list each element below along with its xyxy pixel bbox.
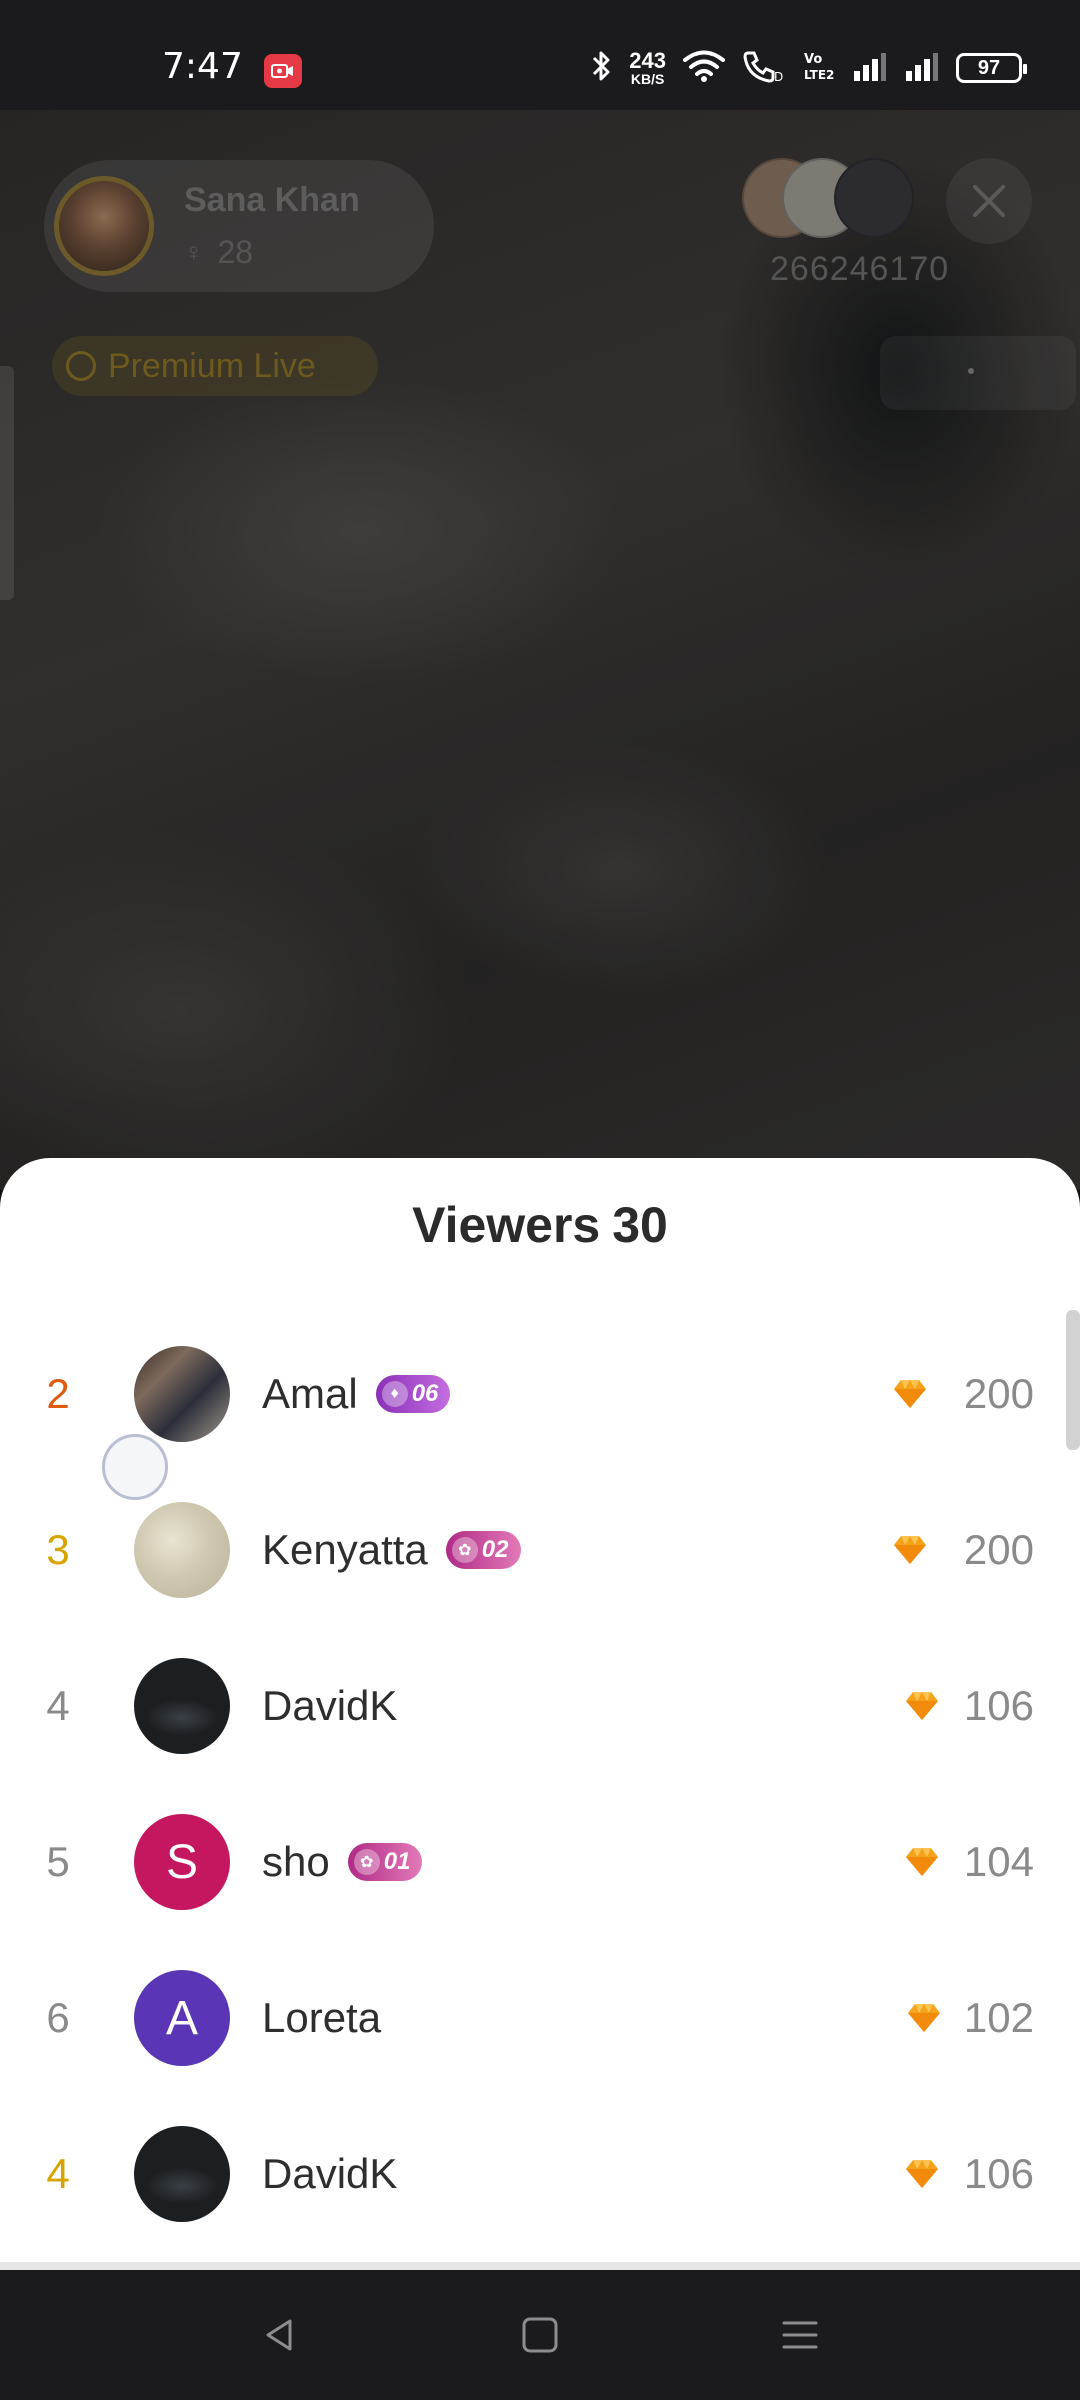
viewer-row[interactable]: 3 Kenyatta ✿ 02 200 (0, 1472, 1080, 1628)
host-name: Sana Khan (184, 181, 360, 219)
viewer-name: Kenyatta (262, 1526, 428, 1573)
close-icon (973, 185, 1005, 217)
premium-live-badge: Premium Live (52, 336, 378, 396)
close-live-button[interactable] (946, 158, 1032, 244)
sheet-title-label: Viewers (412, 1197, 601, 1253)
system-nav-bar (0, 2270, 1080, 2400)
host-avatar (54, 176, 154, 276)
net-speed-unit: KB/S (630, 71, 665, 87)
rank: 2 (46, 1370, 70, 1417)
gift-amount: 200 (963, 1526, 1034, 1573)
viewers-sheet: Viewers 30 2 Amal ♦ 06 200 3 Kenyatta ✿ 02 … (0, 1158, 1080, 2270)
signal-icon (904, 51, 940, 86)
right-panel (880, 336, 1076, 410)
viewer-row[interactable]: 4 DavidK 106 (0, 2096, 1080, 2252)
rank: 5 (46, 1838, 70, 1885)
gift-amount: 106 (963, 1682, 1034, 1729)
net-speed-value: 243 (629, 48, 666, 73)
person-icon: ♀ (184, 237, 204, 267)
gift-amount: 106 (963, 2150, 1034, 2197)
side-drawer-handle[interactable] (0, 366, 14, 600)
host-viewer-count: ♀ 28 (184, 234, 254, 270)
premium-icon (66, 351, 96, 381)
rank: 6 (46, 1994, 70, 2041)
viewer-row[interactable]: 4 DavidK 106 (0, 1628, 1080, 1784)
wifi-icon (682, 49, 726, 88)
svg-text:LTE2: LTE2 (804, 68, 834, 82)
diamond-icon (894, 1536, 926, 1564)
host-profile-pill[interactable]: Sana Khan ♀ 28 (44, 160, 434, 292)
gift-amount: 200 (963, 1370, 1034, 1417)
menu-icon (782, 2321, 818, 2349)
diamond-icon (906, 1692, 938, 1720)
status-time: 7:47 (162, 46, 243, 87)
rank: 4 (46, 2150, 70, 2197)
avatar (834, 158, 914, 238)
level-badge: ♦ 06 (375, 1375, 451, 1413)
viewer-row[interactable]: 6 A Loreta 102 (0, 1940, 1080, 2096)
rank: 3 (46, 1526, 70, 1573)
signal-icon (852, 51, 888, 86)
wifi-calling-icon: D (742, 49, 786, 88)
premium-label: Premium Live (108, 346, 316, 385)
top-viewers-avatars[interactable] (742, 158, 922, 242)
avatar[interactable] (134, 1658, 230, 1754)
battery-level: 97 (977, 56, 1001, 79)
svg-text:Vo: Vo (804, 52, 822, 67)
viewer-name: Loreta (262, 1994, 382, 2041)
sheet-title: Viewers 30 (0, 1196, 1080, 1254)
gift-amount: 104 (963, 1838, 1034, 1885)
avatar[interactable] (134, 1502, 230, 1598)
avatar-letter: A (165, 1991, 198, 2045)
home-button[interactable] (510, 2305, 570, 2365)
diamond-icon (906, 2160, 938, 2188)
viewer-name: DavidK (262, 1682, 398, 1729)
recents-button[interactable] (770, 2305, 830, 2365)
level-icon: ✿ (353, 1849, 380, 1875)
level-badge: ✿ 01 (347, 1843, 423, 1881)
home-icon (522, 2317, 558, 2353)
level-badge: ✿ 02 (445, 1531, 521, 1569)
avatar[interactable] (134, 2126, 230, 2222)
gift-amount: 102 (963, 1994, 1034, 2041)
diamond-icon (906, 1848, 938, 1876)
avatar[interactable]: A (134, 1970, 230, 2066)
battery-icon: 97 (956, 53, 1027, 83)
network-speed: 243 KB/S (629, 48, 666, 87)
touch-indicator (102, 1434, 168, 1500)
diamond-icon (894, 1380, 926, 1408)
svg-text:D: D (774, 70, 783, 83)
avatar-letter: S (165, 1835, 198, 1889)
diamond-icon (908, 2004, 940, 2032)
avatar[interactable]: S (134, 1814, 230, 1910)
bluetooth-icon (591, 49, 613, 88)
viewer-name: Amal (262, 1370, 358, 1417)
viewer-count: 30 (612, 1197, 668, 1253)
live-id: 266246170 (770, 250, 950, 288)
volte-icon: Vo LTE2 (802, 49, 836, 88)
back-icon (266, 2319, 292, 2351)
status-bar: 7:47 243 KB/S D Vo LTE2 97 (0, 0, 1080, 110)
back-button[interactable] (250, 2305, 310, 2365)
viewer-name: DavidK (262, 2150, 398, 2197)
sheet-bottom-edge (0, 2262, 1080, 2270)
status-icons: 243 KB/S D Vo LTE2 97 (591, 46, 1027, 90)
viewer-row[interactable]: 5 S sho ✿ 01 104 (0, 1784, 1080, 1940)
viewer-name: sho (262, 1838, 330, 1885)
screen-record-icon (264, 54, 302, 88)
rank: 4 (46, 1682, 70, 1729)
avatar[interactable] (134, 1346, 230, 1442)
level-icon: ♦ (381, 1381, 408, 1407)
level-icon: ✿ (451, 1537, 478, 1563)
